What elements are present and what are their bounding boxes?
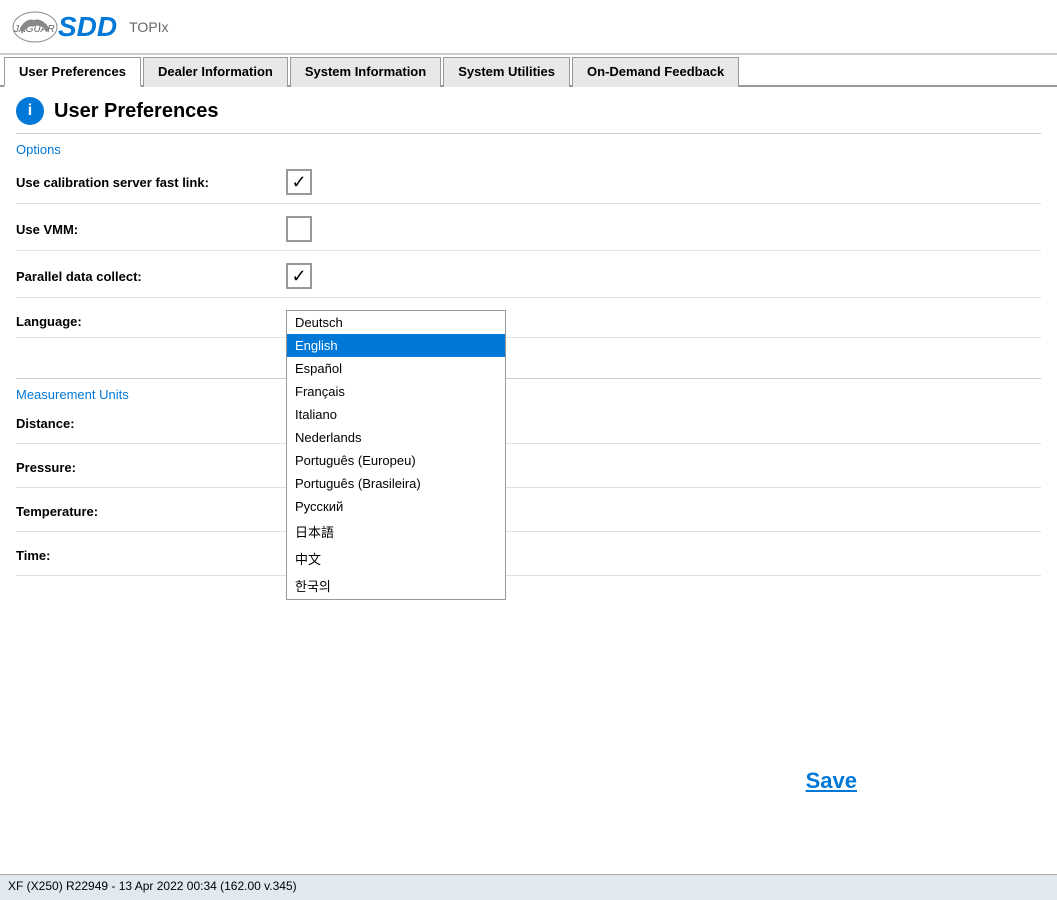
- calibration-label: Use calibration server fast link:: [16, 175, 286, 190]
- time-row: Time:: [16, 544, 1041, 576]
- info-icon: i: [16, 97, 44, 125]
- language-option[interactable]: Italiano: [287, 403, 505, 426]
- language-option[interactable]: 日本語: [287, 518, 505, 545]
- calibration-checkbox[interactable]: ✓: [286, 169, 312, 195]
- nav-tabs: User PreferencesDealer InformationSystem…: [0, 55, 1057, 87]
- options-link[interactable]: Options: [16, 142, 1041, 157]
- distance-label: Distance:: [16, 416, 286, 431]
- temperature-label: Temperature:: [16, 504, 286, 519]
- header: JAGUAR SDD TOPIx: [0, 0, 1057, 55]
- calibration-check-mark: ✓: [291, 173, 306, 191]
- parallel-row: Parallel data collect: ✓: [16, 263, 1041, 298]
- status-text: XF (X250) R22949 - 13 Apr 2022 00:34 (16…: [8, 879, 297, 893]
- language-option[interactable]: English: [287, 334, 505, 357]
- language-option[interactable]: Русский: [287, 495, 505, 518]
- parallel-label: Parallel data collect:: [16, 269, 286, 284]
- language-option[interactable]: Español: [287, 357, 505, 380]
- status-bar: XF (X250) R22949 - 13 Apr 2022 00:34 (16…: [0, 874, 1057, 900]
- temperature-row: Temperature:: [16, 500, 1041, 532]
- pressure-row: Pressure:: [16, 456, 1041, 488]
- parallel-checkbox[interactable]: ✓: [286, 263, 312, 289]
- vmm-row: Use VMM:: [16, 216, 1041, 251]
- sdd-logo: SDD: [58, 11, 117, 43]
- language-list[interactable]: DeutschEnglishEspañolFrançaisItalianoNed…: [286, 310, 506, 600]
- language-row: Language: DeutschEnglishEspañolFrançaisI…: [16, 310, 1041, 338]
- vmm-label: Use VMM:: [16, 222, 286, 237]
- nav-tab-user-preferences[interactable]: User Preferences: [4, 57, 141, 87]
- title-divider: [16, 133, 1041, 134]
- page-title: User Preferences: [54, 100, 219, 123]
- nav-tab-system-utilities[interactable]: System Utilities: [443, 57, 570, 87]
- main-content: i User Preferences Options Use calibrati…: [0, 87, 1057, 874]
- topix-label: TOPIx: [129, 19, 168, 35]
- language-option[interactable]: 中文: [287, 545, 505, 572]
- nav-tab-on-demand-feedback[interactable]: On-Demand Feedback: [572, 57, 739, 87]
- language-option[interactable]: Português (Brasileira): [287, 472, 505, 495]
- language-option[interactable]: Nederlands: [287, 426, 505, 449]
- language-option[interactable]: Português (Europeu): [287, 449, 505, 472]
- language-option[interactable]: Français: [287, 380, 505, 403]
- vmm-control: [286, 216, 312, 242]
- measurement-section-title: Measurement Units: [16, 387, 1041, 402]
- time-label: Time:: [16, 548, 286, 563]
- parallel-check-mark: ✓: [291, 267, 306, 285]
- nav-tab-dealer-information[interactable]: Dealer Information: [143, 57, 288, 87]
- distance-row: Distance:: [16, 412, 1041, 444]
- language-option[interactable]: Deutsch: [287, 311, 505, 334]
- pressure-label: Pressure:: [16, 460, 286, 475]
- page-title-row: i User Preferences: [16, 97, 1041, 125]
- vmm-checkbox[interactable]: [286, 216, 312, 242]
- calibration-row: Use calibration server fast link: ✓: [16, 169, 1041, 204]
- language-option[interactable]: 한국의: [287, 572, 505, 599]
- nav-tab-system-information[interactable]: System Information: [290, 57, 441, 87]
- language-label: Language:: [16, 310, 286, 329]
- measurement-divider: [16, 378, 1041, 379]
- jaguar-logo-icon: JAGUAR: [12, 10, 58, 44]
- calibration-control: ✓: [286, 169, 312, 195]
- parallel-control: ✓: [286, 263, 312, 289]
- save-button[interactable]: Save: [806, 768, 857, 794]
